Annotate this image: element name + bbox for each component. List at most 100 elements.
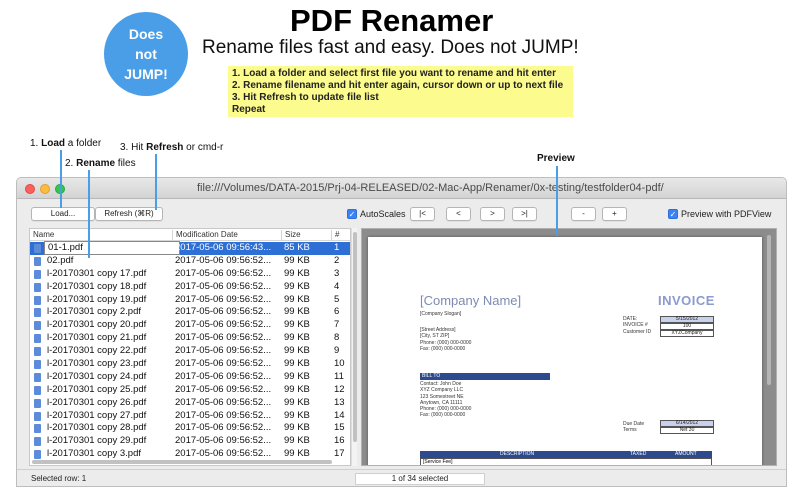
file-size: 99 KB	[284, 293, 310, 305]
preview-scrollbar[interactable]	[767, 231, 772, 465]
pdf-file-icon	[34, 256, 41, 266]
file-table[interactable]: Name Modification Date Size # 01-1.pdf 20…	[29, 228, 351, 466]
column-header-date[interactable]: Modification Date	[176, 230, 238, 239]
address-line: Phone: (000) 000-0000	[420, 339, 472, 346]
step-2: 2. Rename filename and hit enter again, …	[232, 80, 564, 91]
rename-input[interactable]: 01-1.pdf	[44, 241, 180, 255]
file-size: 99 KB	[284, 345, 310, 357]
arrow-to-rename	[88, 170, 90, 258]
file-name: l-20170301 copy 18.pdf	[47, 280, 147, 292]
callout-rename: 2. Rename files	[65, 158, 136, 169]
table-row[interactable]: l-20170301 copy 19.pdf 2017-05-06 09:56:5…	[30, 294, 350, 307]
table-row[interactable]: l-20170301 copy 25.pdf 2017-05-06 09:56:5…	[30, 384, 350, 397]
arrow-to-refresh	[155, 154, 157, 210]
column-header-size[interactable]: Size	[285, 230, 301, 239]
file-size: 99 KB	[284, 280, 310, 292]
table-row[interactable]: l-20170301 copy 18.pdf 2017-05-06 09:56:5…	[30, 281, 350, 294]
file-size: 99 KB	[284, 422, 310, 434]
table-row[interactable]: l-20170301 copy 22.pdf 2017-05-06 09:56:5…	[30, 345, 350, 358]
row-number: 6	[334, 306, 340, 318]
row-number: 7	[334, 319, 340, 331]
modification-date: 2017-05-06 09:56:52...	[175, 358, 272, 370]
column-header-number[interactable]: #	[335, 230, 339, 239]
table-row[interactable]: l-20170301 copy 27.pdf 2017-05-06 09:56:5…	[30, 410, 350, 423]
invoice-slogan: [Company Slogan]	[420, 311, 462, 317]
address-line: Fax: (000) 000-0000	[420, 345, 466, 352]
file-name: l-20170301 copy 22.pdf	[47, 345, 147, 357]
invoice-title: INVOICE	[658, 293, 715, 308]
file-name: l-20170301 copy 21.pdf	[47, 332, 147, 344]
table-row[interactable]: l-20170301 copy 24.pdf 2017-05-06 09:56:5…	[30, 371, 350, 384]
invoice-date-value: 5/15/2012	[660, 316, 714, 323]
callout-refresh-bold: Refresh	[146, 142, 184, 153]
zoom-in-button[interactable]: +	[602, 207, 627, 221]
pdf-file-icon	[34, 398, 41, 408]
row-number: 14	[334, 409, 345, 421]
minimize-window-button[interactable]	[40, 184, 50, 194]
column-header-name[interactable]: Name	[33, 230, 54, 239]
file-size: 99 KB	[284, 409, 310, 421]
description-column: DESCRIPTION	[500, 451, 535, 457]
row-number: 4	[334, 280, 340, 292]
pdf-preview-pane[interactable]: [Company Name] INVOICE [Company Slogan] …	[361, 228, 777, 466]
column-divider	[331, 230, 332, 240]
close-window-button[interactable]	[25, 184, 35, 194]
load-button[interactable]: Load...	[31, 207, 95, 221]
scroll-thumb[interactable]	[767, 235, 771, 385]
table-row[interactable]: 02.pdf 2017-05-06 09:56:52... 99 KB 2	[30, 255, 350, 268]
column-divider	[172, 230, 173, 240]
hero-subtitle: Rename files fast and easy. Does not JUM…	[202, 37, 579, 58]
table-row[interactable]: l-20170301 copy 20.pdf 2017-05-06 09:56:5…	[30, 319, 350, 332]
row-number: 12	[334, 383, 345, 395]
modification-date: 2017-05-06 09:56:52...	[175, 409, 272, 421]
table-row[interactable]: l-20170301 copy 21.pdf 2017-05-06 09:56:5…	[30, 332, 350, 345]
table-row[interactable]: l-20170301 copy 23.pdf 2017-05-06 09:56:5…	[30, 358, 350, 371]
does-not-jump-badge: Does not JUMP!	[104, 12, 188, 96]
table-row[interactable]: l-20170301 copy 26.pdf 2017-05-06 09:56:5…	[30, 397, 350, 410]
pdf-file-icon	[34, 385, 41, 395]
callout-rename-suffix: files	[115, 158, 136, 169]
table-row[interactable]: l-20170301 copy 28.pdf 2017-05-06 09:56:5…	[30, 422, 350, 435]
pdf-file-icon	[34, 347, 41, 357]
first-page-button[interactable]: |<	[410, 207, 435, 221]
due-date-value: 6/14/2012	[660, 420, 714, 427]
file-name: l-20170301 copy 27.pdf	[47, 409, 147, 421]
file-size: 99 KB	[284, 267, 310, 279]
callout-load-suffix: a folder	[65, 138, 102, 149]
column-divider	[281, 230, 282, 240]
table-row[interactable]: l-20170301 copy 17.pdf 2017-05-06 09:56:5…	[30, 268, 350, 281]
table-vertical-scrollbar[interactable]	[351, 228, 357, 466]
bill-to-header: BILL TO	[420, 373, 550, 380]
scroll-thumb[interactable]	[32, 460, 332, 464]
callout-rename-prefix: 2.	[65, 158, 77, 169]
last-page-button[interactable]: >|	[512, 207, 537, 221]
autoscales-checkbox[interactable]: ✓	[347, 209, 357, 219]
table-row[interactable]: l-20170301 copy 29.pdf 2017-05-06 09:56:5…	[30, 435, 350, 448]
table-horizontal-scrollbar[interactable]	[30, 460, 350, 465]
zoom-out-button[interactable]: -	[571, 207, 596, 221]
meta-label: Customer ID	[623, 328, 652, 335]
file-name: l-20170301 copy 17.pdf	[47, 267, 147, 279]
file-size: 99 KB	[284, 332, 310, 344]
line-items-header: DESCRIPTION TAXED AMOUNT	[420, 451, 712, 458]
badge-line-2: not	[135, 46, 157, 62]
modification-date: 2017-05-06 09:56:52...	[175, 345, 272, 357]
modification-date: 2017-05-06 09:56:52...	[175, 319, 272, 331]
preview-with-pdfview-checkbox[interactable]: ✓	[668, 209, 678, 219]
prev-page-button[interactable]: <	[446, 207, 471, 221]
table-row[interactable]: l-20170301 copy 2.pdf 2017-05-06 09:56:52…	[30, 306, 350, 319]
callout-refresh-suffix: or cmd-r	[183, 142, 224, 153]
file-name: l-20170301 copy 29.pdf	[47, 435, 147, 447]
file-name: l-20170301 copy 23.pdf	[47, 358, 147, 370]
preview-with-pdfview-label: Preview with PDFView	[681, 209, 772, 219]
badge-line-3: JUMP!	[124, 66, 168, 82]
pdf-file-icon	[34, 282, 41, 292]
table-row[interactable]: 01-1.pdf 2017-05-06 09:56:43... 85 KB 1	[30, 241, 350, 255]
scroll-thumb[interactable]	[353, 232, 357, 442]
row-number: 1	[334, 242, 340, 253]
invoice-customer-value: XYZCompany	[660, 330, 714, 337]
refresh-button[interactable]: Refresh (⌘R)	[95, 207, 163, 221]
modification-date: 2017-05-06 09:56:52...	[175, 422, 272, 434]
modification-date: 2017-05-06 09:56:52...	[175, 306, 272, 318]
next-page-button[interactable]: >	[480, 207, 505, 221]
